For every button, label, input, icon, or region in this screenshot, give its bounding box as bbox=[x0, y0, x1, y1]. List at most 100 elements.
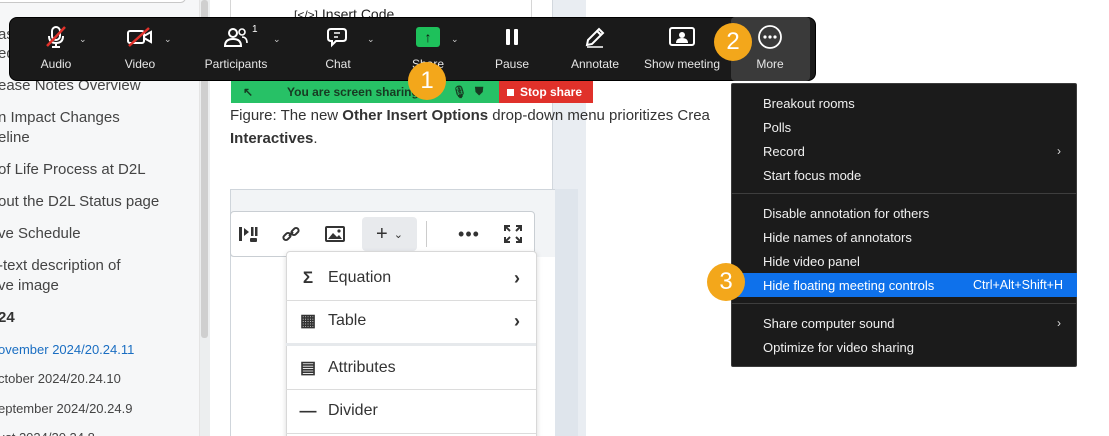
table-label: Table bbox=[328, 312, 367, 329]
stop-share-label: Stop share bbox=[520, 85, 583, 99]
sidebar-release-august[interactable]: ust 2024/20.24.8 bbox=[0, 428, 95, 436]
chevron-right-icon: › bbox=[1057, 316, 1061, 330]
menu-item-record[interactable]: Record › bbox=[731, 139, 1077, 163]
figure-caption: Figure: The new Other Insert Options dro… bbox=[230, 104, 750, 150]
stop-icon bbox=[507, 88, 514, 96]
more-icon bbox=[757, 17, 783, 57]
show-meeting-label: Show meeting bbox=[643, 57, 721, 71]
screen-sharing-banner[interactable]: ↖ You are screen sharing 🎙 ⛊ bbox=[231, 81, 499, 103]
participants-caret-icon[interactable]: ⌄ bbox=[273, 34, 281, 45]
sidebar-item-schedule[interactable]: ve Schedule bbox=[0, 224, 81, 244]
caption-line2-bold: Interactives bbox=[230, 130, 314, 147]
media-icon[interactable] bbox=[235, 222, 261, 246]
share-screen-icon: ↑ bbox=[416, 17, 440, 57]
attributes-icon: ▤ bbox=[299, 358, 317, 377]
editor-frame-side bbox=[555, 189, 578, 436]
menu-item-disable-annotation[interactable]: Disable annotation for others bbox=[731, 201, 1077, 225]
chat-button[interactable]: Chat bbox=[320, 17, 356, 81]
sigma-icon: Σ bbox=[302, 268, 314, 287]
chevron-down-icon: ⌄ bbox=[393, 228, 403, 241]
microphone-icon: 🎙 bbox=[452, 85, 468, 99]
annotate-label: Annotate bbox=[570, 57, 620, 71]
caption-prefix: Figure: The new bbox=[230, 107, 343, 124]
step-badge-1: 1 bbox=[408, 62, 446, 100]
menu-item-attributes[interactable]: ▤ Attributes bbox=[286, 346, 536, 390]
video-button[interactable]: Video bbox=[118, 17, 162, 81]
more-label: More bbox=[756, 57, 784, 71]
microphone-muted-icon bbox=[43, 17, 69, 57]
annotate-button[interactable]: Annotate bbox=[567, 17, 623, 81]
pause-button[interactable]: Pause bbox=[492, 17, 532, 81]
menu-item-start-focus-mode[interactable]: Start focus mode bbox=[731, 163, 1077, 187]
chevron-right-icon: › bbox=[1057, 144, 1061, 158]
menu-separator bbox=[731, 303, 1077, 304]
video-caret-icon[interactable]: ⌄ bbox=[164, 34, 172, 45]
sidebar-release-october[interactable]: ctober 2024/20.24.10 bbox=[0, 369, 121, 389]
sidebar-item-alt-text-line2[interactable]: ve image bbox=[0, 276, 59, 296]
menu-item-divider[interactable]: — Divider bbox=[286, 389, 536, 433]
screen-sharing-text: You are screen sharing bbox=[287, 85, 419, 99]
video-label: Video bbox=[124, 57, 156, 71]
video-off-icon bbox=[126, 17, 154, 57]
menu-divider bbox=[286, 433, 536, 434]
menu-item-table[interactable]: ▦ Table › bbox=[286, 299, 536, 343]
chevron-right-icon: › bbox=[514, 310, 520, 331]
stop-share-button[interactable]: Stop share bbox=[499, 81, 593, 103]
menu-item-polls[interactable]: Polls bbox=[731, 115, 1077, 139]
pause-label: Pause bbox=[494, 57, 530, 71]
menu-item-hide-floating-controls[interactable]: Hide floating meeting controls Ctrl+Alt+S… bbox=[731, 273, 1077, 297]
chat-icon bbox=[326, 17, 350, 57]
sidebar-item-status-page[interactable]: out the D2L Status page bbox=[0, 192, 159, 212]
caption-suffix: drop-down menu prioritizes Crea bbox=[488, 107, 710, 124]
show-meeting-icon bbox=[668, 17, 696, 57]
audio-button[interactable]: Audio bbox=[36, 17, 76, 81]
sidebar-release-september[interactable]: eptember 2024/20.24.9 bbox=[0, 399, 132, 419]
divider-icon: — bbox=[299, 401, 317, 420]
menu-item-breakout-rooms[interactable]: Breakout rooms bbox=[731, 91, 1077, 115]
toolbar-divider bbox=[426, 221, 427, 247]
share-caret-icon[interactable]: ⌄ bbox=[451, 34, 459, 45]
sidebar-item-alt-text[interactable]: -text description of bbox=[0, 256, 121, 276]
menu-item-equation[interactable]: Σ Equation › bbox=[286, 256, 536, 300]
pause-icon bbox=[504, 17, 520, 57]
image-icon[interactable] bbox=[322, 222, 348, 246]
participants-label: Participants bbox=[204, 57, 268, 71]
attributes-label: Attributes bbox=[328, 359, 396, 376]
chat-caret-icon[interactable]: ⌄ bbox=[367, 34, 375, 45]
participants-icon bbox=[223, 17, 249, 57]
chevron-right-icon: › bbox=[514, 267, 520, 288]
table-icon: ▦ bbox=[299, 311, 317, 330]
sidebar-release-november[interactable]: ovember 2024/20.24.11 bbox=[0, 340, 134, 360]
sidebar-year-heading[interactable]: 24 bbox=[0, 308, 15, 328]
sidebar-item-end-of-life[interactable]: of Life Process at D2L bbox=[0, 160, 146, 180]
more-options-icon[interactable]: ••• bbox=[456, 222, 482, 246]
menu-item-share-computer-sound[interactable]: Share computer sound › bbox=[731, 311, 1077, 335]
other-insert-options-button[interactable]: + ⌄ bbox=[362, 217, 417, 251]
participants-count: 1 bbox=[252, 24, 258, 35]
step-badge-2: 2 bbox=[714, 23, 752, 61]
equation-label: Equation bbox=[328, 269, 392, 286]
more-button[interactable]: More bbox=[750, 17, 790, 81]
sidebar-item-impact-changes[interactable]: n Impact Changes bbox=[0, 108, 120, 128]
collapse-arrow-icon[interactable]: ↖ bbox=[243, 85, 253, 99]
pencil-icon bbox=[583, 17, 607, 57]
link-icon[interactable] bbox=[278, 222, 304, 246]
menu-item-optimize-video[interactable]: Optimize for video sharing bbox=[731, 335, 1077, 359]
sidebar-search-box[interactable] bbox=[0, 0, 186, 3]
audio-label: Audio bbox=[40, 57, 72, 71]
step-badge-3: 3 bbox=[707, 263, 745, 301]
caption-bold: Other Insert Options bbox=[342, 107, 489, 124]
show-meeting-button[interactable]: Show meeting bbox=[642, 17, 722, 81]
divider-label: Divider bbox=[328, 402, 378, 419]
shortcut-label: Ctrl+Alt+Shift+H bbox=[973, 278, 1063, 292]
chat-label: Chat bbox=[325, 57, 351, 71]
shield-icon: ⛊ bbox=[475, 85, 484, 98]
participants-button[interactable]: Participants bbox=[203, 17, 269, 81]
audio-caret-icon[interactable]: ⌄ bbox=[79, 34, 87, 45]
plus-icon: + bbox=[376, 222, 388, 245]
sidebar-item-impact-changes-line2[interactable]: eline bbox=[0, 128, 30, 148]
menu-item-hide-video-panel[interactable]: Hide video panel bbox=[731, 249, 1077, 273]
caption-line2-suffix: . bbox=[313, 130, 318, 147]
fullscreen-icon[interactable] bbox=[500, 222, 526, 246]
menu-item-hide-annotator-names[interactable]: Hide names of annotators bbox=[731, 225, 1077, 249]
